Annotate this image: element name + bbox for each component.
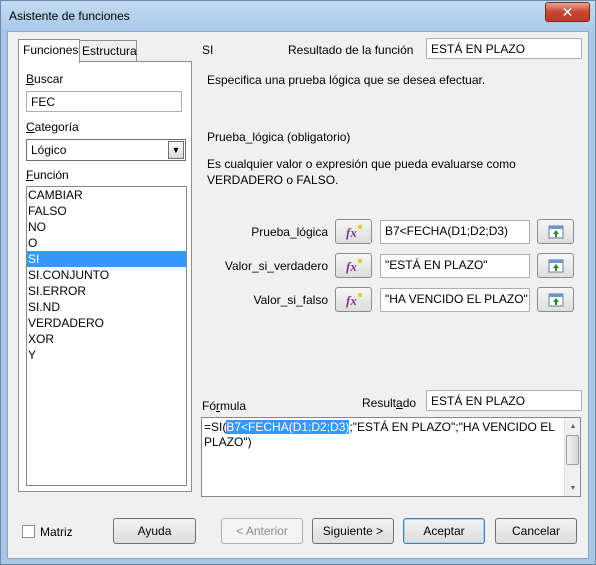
scroll-down-icon[interactable]: ▼ [565,480,581,496]
function-list-item[interactable]: SI.ND [27,299,186,315]
tab-funciones[interactable]: Funciones [18,39,80,63]
help-button-label: Ayuda [137,524,172,538]
formula-prefix: =SI( [204,420,227,434]
formula-label: Fórmula [202,399,247,413]
fx-button-prueba-logica[interactable]: fx [335,219,372,244]
arg-value: "ESTÁ EN PLAZO" [385,258,488,272]
search-input[interactable]: FEC [26,91,182,112]
formula-text[interactable]: =SI(B7<FECHA(D1;D2;D3);"ESTÁ EN PLAZO";"… [204,420,564,450]
function-listbox[interactable]: CAMBIAR FALSO NO O SI SI.CONJUNTO SI.ERROR SI.N… [26,186,187,486]
arg-label-prueba-logica: Prueba_lógica [251,225,328,239]
matrix-checkbox[interactable] [22,525,35,538]
ok-button[interactable]: Aceptar [403,518,485,544]
back-button[interactable]: < Anterior [221,518,303,544]
fx-button-valor-si-falso[interactable]: fx [335,287,372,312]
category-value: Lógico [31,143,67,157]
function-list-item[interactable]: SI [27,251,186,267]
help-button[interactable]: Ayuda [113,518,196,544]
close-icon: ✕ [561,3,574,20]
next-button[interactable]: Siguiente > [312,518,394,544]
fx-icon: fx [346,224,362,240]
fx-icon: fx [346,258,362,274]
chevron-down-icon[interactable]: ▼ [168,141,184,159]
arg-value: B7<FECHA(D1;D2;D3) [385,224,509,238]
tab-label: Estructura [82,44,137,58]
function-list-item[interactable]: SI.ERROR [27,283,186,299]
function-description: Especifica una prueba lógica que se dese… [207,73,486,87]
search-input-value: FEC [31,95,55,109]
function-list-item[interactable]: Y [27,347,186,363]
function-result-label: Resultado de la función [288,43,414,57]
parameter-description: Es cualquier valor o expresión que pueda… [207,157,516,187]
function-list-item[interactable]: XOR [27,331,186,347]
formula-result-field: ESTÁ EN PLAZO [426,390,582,411]
arg-input-prueba-logica[interactable]: B7<FECHA(D1;D2;D3) [380,220,530,244]
svg-text:fx: fx [346,225,357,240]
pick-button-prueba-logica[interactable] [537,219,574,244]
formula-selection: B7<FECHA(D1;D2;D3) [226,420,350,434]
cancel-button-label: Cancelar [511,524,561,538]
arg-label-valor-si-verdadero: Valor_si_verdadero [224,259,328,273]
formula-scrollbar[interactable]: ▲ ▼ [564,418,580,496]
scroll-up-icon[interactable]: ▲ [565,418,581,434]
category-label: Categoría [26,120,79,134]
function-list-item[interactable]: CAMBIAR [27,187,186,203]
function-result-field: ESTÁ EN PLAZO [426,38,582,59]
pick-button-valor-si-falso[interactable] [537,287,574,312]
shrink-select-icon [548,293,563,306]
fx-icon: fx [346,292,362,308]
function-list-item[interactable]: FALSO [27,203,186,219]
fx-button-valor-si-verdadero[interactable]: fx [335,253,372,278]
formula-result-value: ESTÁ EN PLAZO [431,394,526,408]
tab-estructura[interactable]: Estructura [79,40,137,62]
cancel-button[interactable]: Cancelar [495,518,577,544]
close-button[interactable]: ✕ [545,2,590,22]
arg-label-valor-si-falso: Valor_si_falso [253,293,328,307]
function-list-item[interactable]: VERDADERO [27,315,186,331]
arg-input-valor-si-verdadero[interactable]: "ESTÁ EN PLAZO" [380,254,530,278]
shrink-select-icon [548,225,563,238]
formula-result-label: Resultado [362,396,417,410]
back-button-label: < Anterior [236,524,288,538]
window-title: Asistente de funciones [9,9,130,23]
svg-text:fx: fx [346,259,357,274]
shrink-select-icon [548,259,563,272]
dialog-body: Funciones Estructura Buscar FEC Categorí… [7,31,589,559]
matrix-label: Matriz [40,525,73,539]
function-name: SI [202,43,214,57]
tab-label: Funciones [23,43,79,57]
formula-editor[interactable]: =SI(B7<FECHA(D1;D2;D3);"ESTÁ EN PLAZO";"… [201,417,581,497]
function-wizard-window: Asistente de funciones ✕ Funciones Estru… [0,0,596,565]
scroll-thumb[interactable] [566,435,579,465]
next-button-label: Siguiente > [322,524,384,538]
search-label: Buscar [26,72,64,86]
arg-value: "HA VENCIDO EL PLAZO" [385,292,528,306]
function-result-value: ESTÁ EN PLAZO [431,42,526,56]
title-bar[interactable]: Asistente de funciones ✕ [1,1,595,31]
function-list-item[interactable]: NO [27,219,186,235]
functions-tab-panel: Buscar FEC Categoría Lógico ▼ Función CA… [18,61,192,492]
pick-button-valor-si-verdadero[interactable] [537,253,574,278]
svg-text:fx: fx [346,293,357,308]
function-list-item[interactable]: O [27,235,186,251]
parameter-title: Prueba_lógica (obligatorio) [207,130,351,144]
arg-input-valor-si-falso[interactable]: "HA VENCIDO EL PLAZO" [380,288,530,312]
function-list-item[interactable]: SI.CONJUNTO [27,267,186,283]
ok-button-label: Aceptar [423,524,465,538]
category-select[interactable]: Lógico ▼ [26,139,186,161]
function-label: Función [26,168,69,182]
